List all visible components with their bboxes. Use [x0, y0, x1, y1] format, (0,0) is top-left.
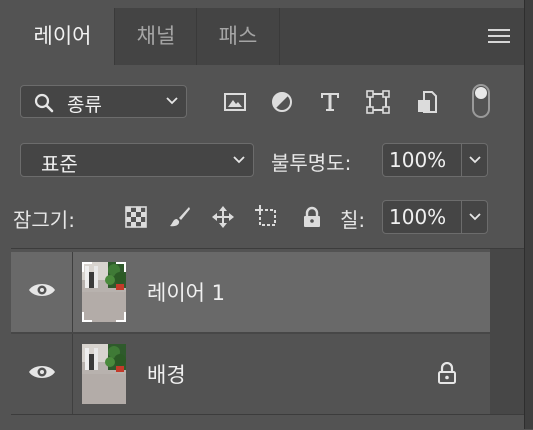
eye-icon[interactable] [28, 362, 56, 382]
lock-image-pixels-icon[interactable] [168, 205, 192, 229]
tab-channels[interactable]: 채널 [114, 8, 197, 65]
tab-paths[interactable]: 패스 [196, 8, 280, 65]
layer-row-layer-1[interactable]: 레이어 1 [11, 252, 490, 332]
layer-thumbnail [82, 344, 126, 404]
fill-label: 칠: [340, 208, 366, 232]
type-filter-icon[interactable] [318, 90, 342, 114]
opacity-input[interactable]: 100% [382, 143, 488, 177]
lock-label: 잠그기: [13, 208, 75, 232]
filter-kind-label: 종류 [67, 94, 102, 116]
search-icon [34, 93, 54, 113]
adjustment-filter-icon[interactable] [270, 90, 294, 114]
panel-menu-icon[interactable] [488, 29, 510, 45]
layer-name[interactable]: 배경 [147, 359, 186, 389]
layers-scrollbar[interactable] [490, 249, 524, 414]
lock-position-icon[interactable] [211, 205, 235, 229]
opacity-label: 불투명도: [271, 151, 352, 175]
filter-kind-select[interactable]: 종류 [20, 85, 187, 118]
panel-edge [524, 0, 533, 429]
blend-mode-select[interactable]: 표준 [20, 143, 254, 177]
image-filter-icon[interactable] [223, 90, 247, 114]
fill-input[interactable]: 100% [382, 200, 488, 234]
layer-name[interactable]: 레이어 1 [147, 277, 225, 307]
filter-toggle-switch[interactable] [472, 84, 490, 118]
blend-mode-label: 표준 [41, 152, 78, 176]
lock-all-icon[interactable] [300, 205, 324, 229]
opacity-value: 100% [389, 148, 447, 172]
shape-filter-icon[interactable] [366, 90, 390, 114]
tab-layers[interactable]: 레이어 [11, 8, 114, 65]
chevron-down-icon[interactable] [469, 213, 481, 221]
chevron-down-icon [233, 156, 245, 164]
panel-footer [11, 414, 524, 430]
smart-object-filter-icon[interactable] [415, 90, 439, 114]
layer-row-background[interactable]: 배경 [11, 334, 490, 414]
lock-icon [438, 362, 456, 384]
chevron-down-icon[interactable] [469, 156, 481, 164]
lock-artboard-icon[interactable] [255, 205, 279, 229]
chevron-down-icon [166, 97, 178, 105]
panel-tab-bar: 레이어 채널 패스 [11, 8, 524, 65]
eye-icon[interactable] [28, 280, 56, 300]
layer-thumbnail [82, 262, 126, 322]
lock-transparent-pixels-icon[interactable] [124, 205, 148, 229]
layers-panel: 레이어 채널 패스 종류 표준 불투명도: 100% 잠그기: 칠: 100% … [11, 0, 524, 430]
fill-value: 100% [389, 205, 447, 229]
panel-divider [11, 248, 524, 249]
